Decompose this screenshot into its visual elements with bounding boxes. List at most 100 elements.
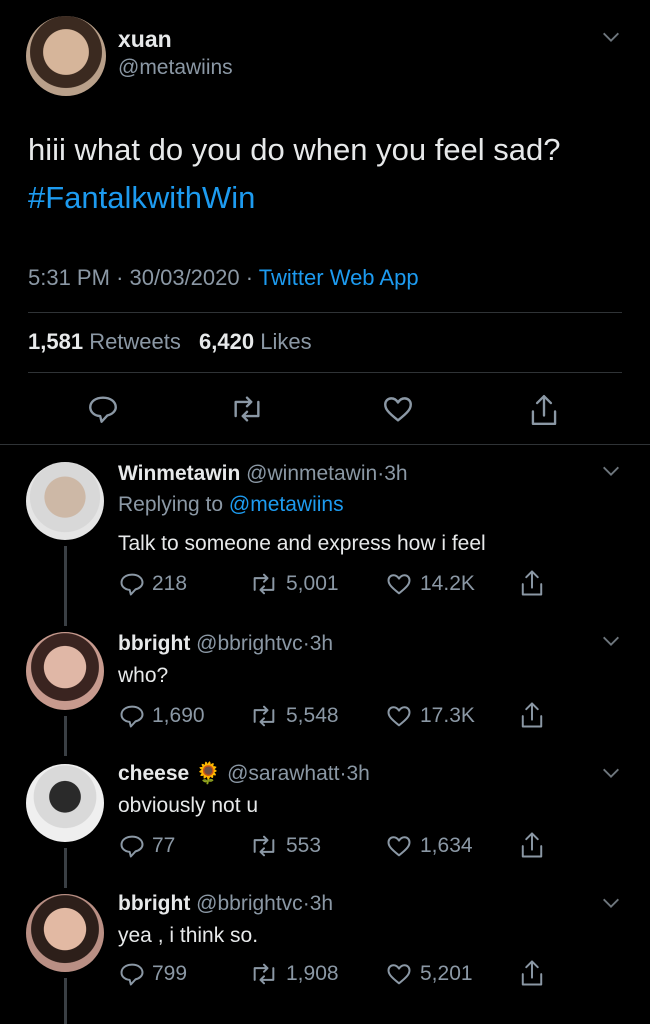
avatar[interactable]: [26, 632, 104, 710]
heart-icon: [387, 836, 411, 857]
divider: [28, 312, 622, 313]
likes-label: Likes: [260, 329, 312, 354]
reply-icon: [120, 835, 144, 858]
replying-label: Replying to: [118, 493, 224, 516]
hashtag-link[interactable]: #FantalkwithWin: [28, 180, 255, 216]
retweet-label: Retweets: [89, 329, 181, 354]
reply-icon: [120, 573, 144, 596]
retweet-stat[interactable]: 1,581 Retweets: [28, 329, 187, 354]
reply-icon: [89, 396, 117, 423]
tweet-date: 30/03/2020: [129, 265, 240, 290]
thread-line: [64, 848, 67, 888]
avatar[interactable]: [26, 764, 104, 842]
heart-icon: [384, 397, 412, 422]
reply-count-button[interactable]: 799: [118, 960, 187, 988]
chevron-down-icon[interactable]: [600, 892, 622, 914]
handle[interactable]: @bbrightvc: [196, 892, 303, 915]
engagement-stats: 1,581 Retweets 6,420 Likes: [28, 329, 312, 355]
client-link[interactable]: Twitter Web App: [259, 265, 419, 290]
retweet-count: 5,001: [286, 572, 339, 595]
display-name[interactable]: Winmetawin: [118, 462, 240, 485]
avatar[interactable]: [26, 894, 104, 972]
share-button[interactable]: [518, 700, 546, 730]
thread-line: [64, 716, 67, 756]
retweet-count: 1,581: [28, 329, 84, 354]
like-count-button[interactable]: 1,634: [384, 832, 473, 860]
avatar[interactable]: [26, 16, 106, 96]
reply-button[interactable]: [86, 392, 120, 426]
share-icon: [521, 570, 543, 596]
retweet-count-button[interactable]: 1,908: [248, 960, 339, 988]
reply-text: Talk to someone and express how i feel: [118, 532, 486, 555]
like-count-button[interactable]: 14.2K: [384, 570, 475, 598]
retweet-count-button[interactable]: 553: [248, 832, 321, 860]
chevron-down-icon[interactable]: [600, 762, 622, 784]
reply-count: 1,690: [152, 704, 205, 727]
retweet-count-button[interactable]: 5,548: [248, 702, 339, 730]
like-count: 17.3K: [420, 704, 475, 727]
heart-icon: [387, 574, 411, 595]
share-button[interactable]: [518, 568, 546, 598]
share-icon: [521, 832, 543, 858]
like-count-button[interactable]: 17.3K: [384, 702, 475, 730]
reply-text: yea , i think so.: [118, 924, 259, 947]
share-icon: [521, 960, 543, 986]
display-name[interactable]: bbright: [118, 632, 190, 655]
heart-icon: [387, 964, 411, 985]
chevron-down-icon[interactable]: [600, 630, 622, 652]
tweet-meta: 5:31 PM · 30/03/2020 · Twitter Web App: [28, 265, 419, 291]
reply-header: cheese 🌻 @sarawhatt·3h: [118, 762, 370, 786]
display-name[interactable]: bbright: [118, 892, 190, 915]
reply-text: obviously not u: [118, 794, 259, 817]
reply-count: 218: [152, 572, 188, 595]
display-name[interactable]: xuan: [118, 26, 172, 53]
retweet-count: 553: [286, 834, 322, 857]
retweet-icon: [253, 705, 275, 727]
retweet-icon: [234, 396, 260, 422]
reply-icon: [120, 963, 144, 986]
display-name[interactable]: cheese: [118, 762, 189, 785]
reply-count: 77: [152, 834, 176, 857]
share-button[interactable]: [527, 392, 561, 428]
separator: ·: [245, 265, 254, 290]
chevron-down-icon[interactable]: [600, 26, 622, 48]
thread-line: [64, 978, 67, 1024]
reply-count-button[interactable]: 218: [118, 570, 187, 598]
sunflower-icon: 🌻: [195, 762, 222, 785]
reply-icon: [120, 705, 144, 728]
retweet-count: 1,908: [286, 962, 339, 985]
timestamp[interactable]: 3h: [384, 462, 407, 485]
reply-header: bbright @bbrightvc·3h: [118, 892, 333, 916]
handle[interactable]: @bbrightvc: [196, 632, 303, 655]
retweet-icon: [253, 963, 275, 985]
reply-header: Winmetawin @winmetawin·3h: [118, 462, 408, 486]
heart-icon: [387, 706, 411, 727]
divider: [28, 372, 622, 373]
separator: ·: [302, 892, 310, 915]
retweet-button[interactable]: [228, 392, 266, 426]
like-count: 5,201: [420, 962, 473, 985]
likes-count: 6,420: [199, 329, 255, 354]
like-count: 14.2K: [420, 572, 475, 595]
separator: ·: [302, 632, 310, 655]
handle[interactable]: @metawiins: [118, 56, 233, 80]
handle[interactable]: @sarawhatt: [227, 762, 339, 785]
retweet-icon: [253, 573, 275, 595]
separator: ·: [116, 265, 124, 290]
like-count-button[interactable]: 5,201: [384, 960, 473, 988]
likes-stat[interactable]: 6,420 Likes: [199, 329, 312, 354]
timestamp[interactable]: 3h: [310, 632, 333, 655]
reply-text: who?: [118, 664, 169, 687]
handle[interactable]: @winmetawin: [246, 462, 377, 485]
share-button[interactable]: [518, 958, 546, 988]
timestamp[interactable]: 3h: [310, 892, 333, 915]
retweet-count-button[interactable]: 5,001: [248, 570, 339, 598]
reply-count-button[interactable]: 1,690: [118, 702, 205, 730]
timestamp[interactable]: 3h: [346, 762, 369, 785]
share-button[interactable]: [518, 830, 546, 860]
avatar[interactable]: [26, 462, 104, 540]
like-button[interactable]: [380, 392, 416, 426]
chevron-down-icon[interactable]: [600, 460, 622, 482]
reply-count-button[interactable]: 77: [118, 832, 175, 860]
replying-mention[interactable]: @metawiins: [229, 493, 344, 516]
